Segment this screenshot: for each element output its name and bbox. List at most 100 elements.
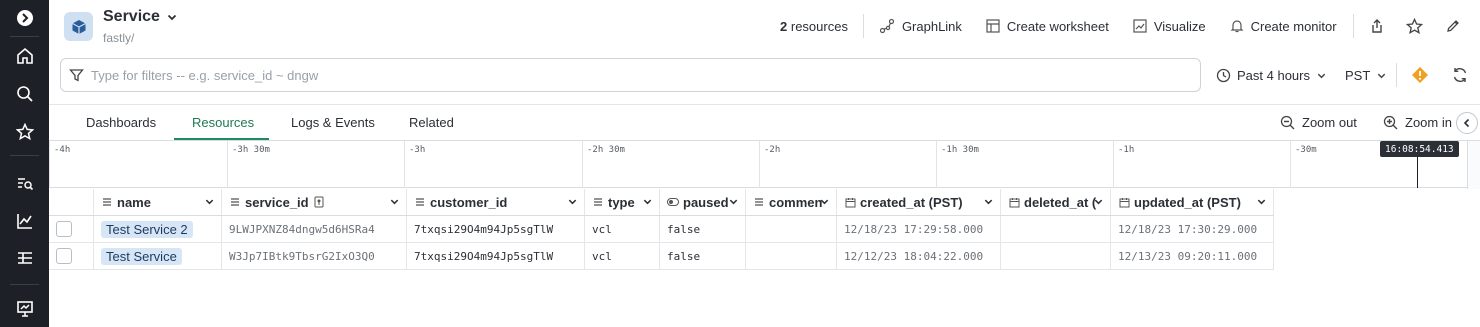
column-header-customer-id[interactable]: customer_id bbox=[407, 189, 585, 215]
row-checkbox[interactable] bbox=[56, 221, 72, 237]
row-checkbox[interactable] bbox=[56, 248, 72, 264]
column-header-label: type bbox=[608, 194, 635, 210]
filter-bar[interactable] bbox=[60, 58, 1201, 92]
rail-divider bbox=[10, 284, 39, 285]
resource-name-link[interactable]: Test Service 2 bbox=[101, 220, 193, 238]
column-header-paused[interactable]: paused bbox=[660, 189, 746, 215]
chevron-down-icon bbox=[729, 199, 738, 205]
list-search-icon[interactable] bbox=[14, 173, 35, 194]
text-type-icon bbox=[414, 196, 426, 208]
timeline-tick-label: -30m bbox=[1295, 145, 1317, 155]
now-timestamp-badge: 16:08:54.413 bbox=[1380, 141, 1459, 157]
timeline-tick-label: -3h bbox=[409, 145, 426, 155]
column-header-type[interactable]: type bbox=[585, 189, 660, 215]
chevron-down-icon bbox=[1317, 73, 1326, 78]
column-header-name[interactable]: name bbox=[94, 189, 222, 215]
column-header-label: service_id bbox=[245, 194, 309, 210]
column-header-label: commen bbox=[769, 194, 823, 210]
timeline-tick-label: -2h 30m bbox=[587, 145, 625, 155]
timezone-label: PST bbox=[1345, 67, 1371, 83]
presentation-icon[interactable] bbox=[14, 298, 35, 319]
table-header-row: name service_id customer_id type paused … bbox=[49, 189, 1274, 216]
divider bbox=[49, 104, 1480, 105]
create-monitor-button[interactable]: Create monitor bbox=[1230, 19, 1337, 34]
tab-resources[interactable]: Resources bbox=[192, 115, 254, 130]
zoom-in-button[interactable]: Zoom in bbox=[1383, 115, 1452, 130]
divider bbox=[862, 14, 864, 38]
timeline-tick: -30m bbox=[1290, 141, 1317, 188]
column-header-label: customer_id bbox=[430, 194, 508, 210]
timeline-tick: -3h bbox=[404, 141, 425, 188]
create-worksheet-button[interactable]: Create worksheet bbox=[986, 19, 1109, 34]
column-header-comment[interactable]: commen bbox=[746, 189, 837, 215]
cell-created-at: 12/18/23 17:29:58.000 bbox=[837, 216, 1001, 243]
timeline-tick: -1h 30m bbox=[936, 141, 979, 188]
zoom-out-button[interactable]: Zoom out bbox=[1280, 115, 1357, 130]
chevron-down-icon bbox=[1094, 199, 1103, 205]
home-icon[interactable] bbox=[14, 45, 35, 66]
column-header-deleted-at[interactable]: deleted_at ( bbox=[1001, 189, 1111, 215]
cell-name: Test Service bbox=[94, 243, 222, 270]
column-header-service-id[interactable]: service_id bbox=[222, 189, 407, 215]
boolean-toggle-icon bbox=[667, 196, 679, 208]
expand-nav-icon[interactable] bbox=[14, 7, 35, 28]
cell-service-id: 9LWJPXNZ84dngw5d6HSRa4 bbox=[222, 216, 407, 243]
timeline-tick-label: -1h 30m bbox=[941, 145, 979, 155]
text-type-icon bbox=[592, 196, 604, 208]
timeline-tick: -2h 30m bbox=[582, 141, 625, 188]
edit-pencil-icon[interactable] bbox=[1443, 16, 1463, 36]
refresh-icon[interactable] bbox=[1451, 66, 1469, 87]
chart-icon[interactable] bbox=[14, 210, 35, 231]
tab-related[interactable]: Related bbox=[409, 115, 454, 130]
column-header-created-at[interactable]: created_at (PST) bbox=[837, 189, 1001, 215]
collapse-panel-button[interactable] bbox=[1456, 112, 1478, 134]
chevron-down-icon bbox=[390, 199, 399, 205]
timezone-select[interactable]: PST bbox=[1345, 64, 1387, 86]
zoom-in-icon bbox=[1383, 115, 1398, 130]
column-header-label: created_at (PST) bbox=[860, 194, 963, 210]
graphlink-label: GraphLink bbox=[901, 18, 962, 34]
share-icon[interactable] bbox=[1367, 16, 1387, 36]
resource-count-value: 2 bbox=[780, 18, 788, 34]
chevron-down-icon bbox=[1257, 199, 1266, 205]
table-row[interactable]: Test Service W3Jp7IBtk9TbsrG2IxO3Q0 7txq… bbox=[49, 243, 1274, 270]
chevron-down-icon bbox=[820, 199, 829, 205]
cell-customer-id: 7txqsi29O4m94Jp5sgTlW bbox=[407, 243, 585, 270]
timeline-tick: -3h 30m bbox=[227, 141, 270, 188]
calendar-icon bbox=[1008, 196, 1020, 208]
warning-icon[interactable] bbox=[1411, 66, 1429, 84]
visualize-button[interactable]: Visualize bbox=[1133, 19, 1206, 34]
cell-deleted-at bbox=[1001, 243, 1111, 270]
favorite-star-icon[interactable] bbox=[1405, 16, 1425, 36]
graphlink-button[interactable]: GraphLink bbox=[879, 18, 962, 34]
timeline-tick: -4h bbox=[49, 141, 70, 188]
star-icon[interactable] bbox=[14, 121, 35, 142]
cell-type: vcl bbox=[585, 216, 660, 243]
column-header-label: updated_at (PST) bbox=[1134, 194, 1241, 210]
zoom-in-label: Zoom in bbox=[1405, 115, 1452, 130]
cell-updated-at: 12/13/23 09:20:11.000 bbox=[1111, 243, 1274, 270]
timeline[interactable]: -4h -3h 30m -3h -2h 30m -2h -1h 30m -1h … bbox=[49, 141, 1467, 188]
rail-divider bbox=[10, 155, 39, 156]
tab-logs-events[interactable]: Logs & Events bbox=[291, 115, 375, 130]
resource-name-link[interactable]: Test Service bbox=[101, 247, 182, 265]
tab-dashboards[interactable]: Dashboards bbox=[86, 115, 156, 130]
time-range-select[interactable]: Past 4 hours bbox=[1216, 64, 1327, 86]
search-icon[interactable] bbox=[14, 83, 35, 104]
cell-customer-id: 7txqsi29O4m94Jp5sgTlW bbox=[407, 216, 585, 243]
timeline-tick-label: -1h bbox=[1118, 145, 1135, 155]
column-header-updated-at[interactable]: updated_at (PST) bbox=[1111, 189, 1274, 215]
page-title[interactable]: Service bbox=[103, 8, 178, 26]
chevron-down-icon bbox=[205, 199, 214, 205]
cell-comment bbox=[746, 216, 837, 243]
header-actions: 2 resources GraphLink Create worksheet V… bbox=[780, 13, 1463, 39]
table-icon[interactable] bbox=[14, 247, 35, 268]
visualize-label: Visualize bbox=[1153, 18, 1206, 34]
time-range-label: Past 4 hours bbox=[1237, 67, 1310, 83]
filter-input[interactable] bbox=[91, 67, 1091, 83]
dataset-icon bbox=[64, 12, 93, 41]
timeline-tick: -2h bbox=[759, 141, 780, 188]
chevron-down-icon bbox=[1378, 73, 1386, 78]
table-row[interactable]: Test Service 2 9LWJPXNZ84dngw5d6HSRa4 7t… bbox=[49, 216, 1274, 243]
cell-updated-at: 12/18/23 17:30:29.000 bbox=[1111, 216, 1274, 243]
